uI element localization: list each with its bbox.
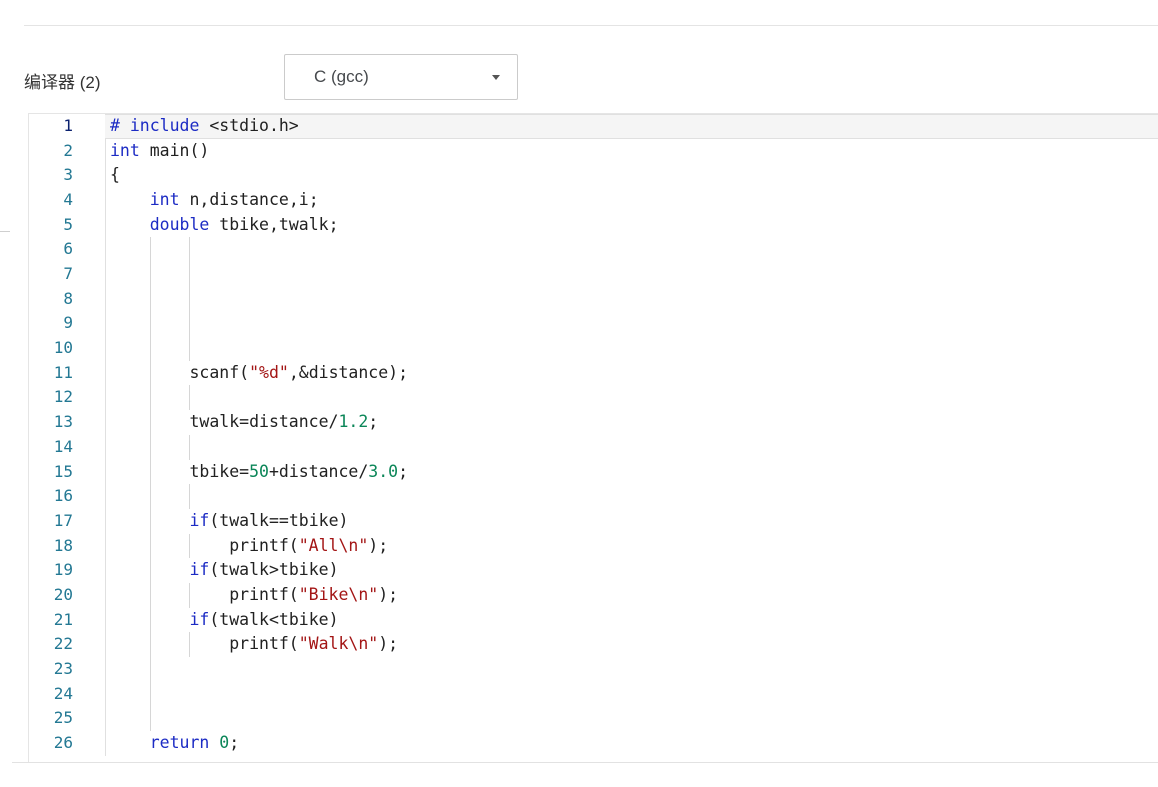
code-line[interactable]: 17 if(twalk==tbike) [29, 509, 1158, 534]
code-line[interactable]: 9 [29, 311, 1158, 336]
code-line[interactable]: 11 scanf("%d",&distance); [29, 361, 1158, 386]
line-number: 8 [29, 287, 73, 312]
code-text: # include <stdio.h> [110, 114, 299, 139]
code-line[interactable]: 4 int n,distance,i; [29, 188, 1158, 213]
code-line[interactable]: 26 return 0; [29, 731, 1158, 756]
code-line[interactable]: 23 [29, 657, 1158, 682]
code-line[interactable]: 19 if(twalk>tbike) [29, 558, 1158, 583]
code-text: printf("All\n"); [110, 534, 388, 559]
line-number: 26 [29, 731, 73, 756]
code-line[interactable]: 13 twalk=distance/1.2; [29, 410, 1158, 435]
code-line[interactable]: 7 [29, 262, 1158, 287]
left-panel-edge [0, 231, 10, 232]
indent-guide [150, 336, 151, 361]
indent-guide [189, 336, 190, 361]
code-line[interactable]: 24 [29, 682, 1158, 707]
indent-guide [189, 262, 190, 287]
indent-guide [189, 435, 190, 460]
line-number: 6 [29, 237, 73, 262]
code-line[interactable]: 18 printf("All\n"); [29, 534, 1158, 559]
code-text: scanf("%d",&distance); [110, 361, 408, 386]
indent-guide [150, 435, 151, 460]
line-number: 9 [29, 311, 73, 336]
indent-guide [150, 682, 151, 707]
code-line[interactable]: 25 [29, 706, 1158, 731]
line-number: 19 [29, 558, 73, 583]
line-number: 3 [29, 163, 73, 188]
code-line[interactable]: 14 [29, 435, 1158, 460]
compiler-select[interactable]: C (gcc) [284, 54, 518, 100]
code-line[interactable]: 12 [29, 385, 1158, 410]
code-text: printf("Bike\n"); [110, 583, 398, 608]
bottom-divider [12, 762, 1158, 763]
code-text: tbike=50+distance/3.0; [110, 460, 408, 485]
line-number: 10 [29, 336, 73, 361]
line-number: 16 [29, 484, 73, 509]
line-number: 21 [29, 608, 73, 633]
line-number: 23 [29, 657, 73, 682]
code-line[interactable]: 21 if(twalk<tbike) [29, 608, 1158, 633]
indent-guide [150, 287, 151, 312]
code-text: if(twalk==tbike) [110, 509, 348, 534]
code-line[interactable]: 16 [29, 484, 1158, 509]
indent-guide [189, 311, 190, 336]
code-text: { [110, 163, 120, 188]
compiler-select-value: C (gcc) [314, 55, 369, 99]
dropdown-caret-icon [492, 75, 500, 80]
line-number: 25 [29, 706, 73, 731]
indent-guide [189, 484, 190, 509]
line-number: 18 [29, 534, 73, 559]
indent-guide [150, 484, 151, 509]
line-number: 7 [29, 262, 73, 287]
code-line[interactable]: 10 [29, 336, 1158, 361]
line-number: 17 [29, 509, 73, 534]
line-number: 11 [29, 361, 73, 386]
line-number: 4 [29, 188, 73, 213]
indent-guide [150, 262, 151, 287]
page: 编译器 (2) C (gcc) 1 # include <stdio.h> 2 int… [0, 0, 1158, 787]
line-number: 5 [29, 213, 73, 238]
code-line[interactable]: 1 # include <stdio.h> [29, 114, 1158, 139]
compiler-label: 编译器 (2) [24, 68, 101, 93]
line-number: 2 [29, 139, 73, 164]
code-line[interactable]: 22 printf("Walk\n"); [29, 632, 1158, 657]
line-number: 20 [29, 583, 73, 608]
top-divider [24, 25, 1158, 26]
code-text: int n,distance,i; [110, 188, 319, 213]
code-line[interactable]: 3{ [29, 163, 1158, 188]
indent-guide [150, 657, 151, 682]
code-line[interactable]: 5 double tbike,twalk; [29, 213, 1158, 238]
code-text: return 0; [110, 731, 239, 756]
code-text: twalk=distance/1.2; [110, 410, 378, 435]
indent-guide [150, 237, 151, 262]
indent-guide [189, 287, 190, 312]
code-editor[interactable]: 1# include <stdio.h>2int main()3{4 int n… [28, 113, 1158, 763]
code-line[interactable]: 20 printf("Bike\n"); [29, 583, 1158, 608]
line-number: 12 [29, 385, 73, 410]
indent-guide [150, 311, 151, 336]
line-number: 15 [29, 460, 73, 485]
indent-guide [189, 385, 190, 410]
indent-guide [189, 237, 190, 262]
code-line[interactable]: 2 int main() [29, 139, 1158, 164]
line-number: 1 [29, 114, 73, 139]
code-text: printf("Walk\n"); [110, 632, 398, 657]
code-line[interactable]: 6 [29, 237, 1158, 262]
code-line[interactable]: 8 [29, 287, 1158, 312]
code-text: double tbike,twalk; [110, 213, 339, 238]
code-line[interactable]: 15 tbike=50+distance/3.0; [29, 460, 1158, 485]
indent-guide [150, 706, 151, 731]
code-text: if(twalk<tbike) [110, 608, 339, 633]
code-text: if(twalk>tbike) [110, 558, 339, 583]
indent-guide [150, 385, 151, 410]
line-number: 24 [29, 682, 73, 707]
line-number: 14 [29, 435, 73, 460]
code-text: int main() [110, 139, 209, 164]
line-number: 22 [29, 632, 73, 657]
line-number: 13 [29, 410, 73, 435]
code-rows: 1# include <stdio.h>2int main()3{4 int n… [29, 114, 1158, 763]
